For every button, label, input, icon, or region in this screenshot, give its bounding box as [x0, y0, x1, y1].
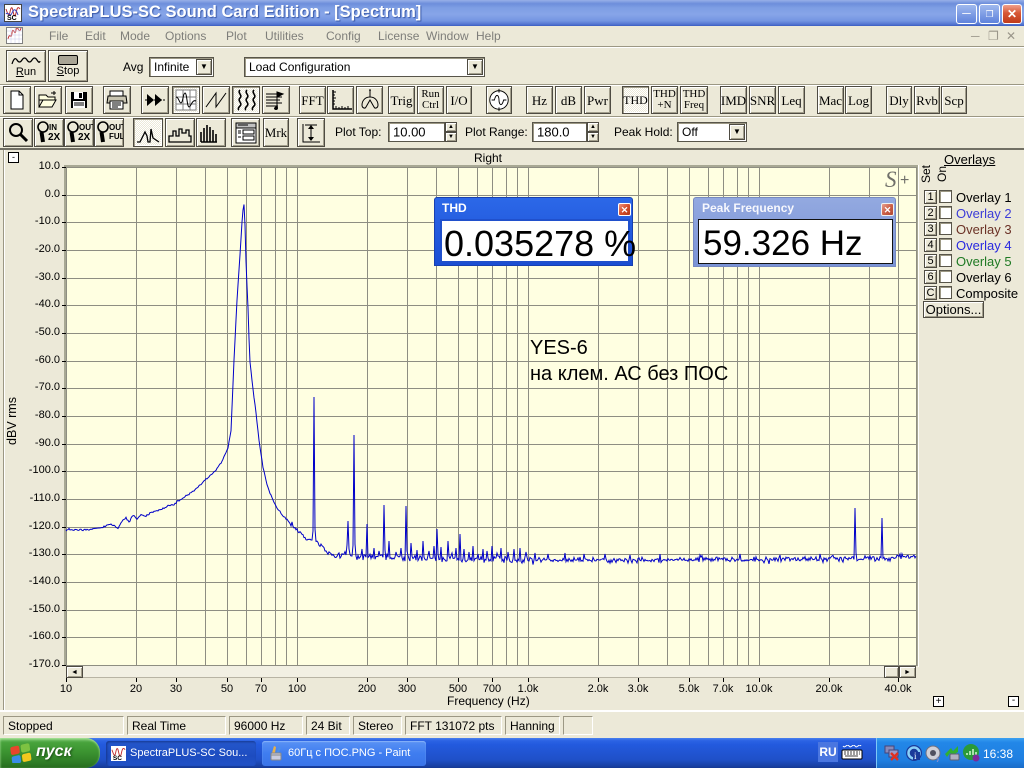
- svg-text:Set: Set: [920, 164, 933, 183]
- svg-text:dBV rms: dBV rms: [5, 397, 19, 445]
- svg-text:On: On: [935, 166, 949, 182]
- svg-text:SC: SC: [113, 755, 122, 761]
